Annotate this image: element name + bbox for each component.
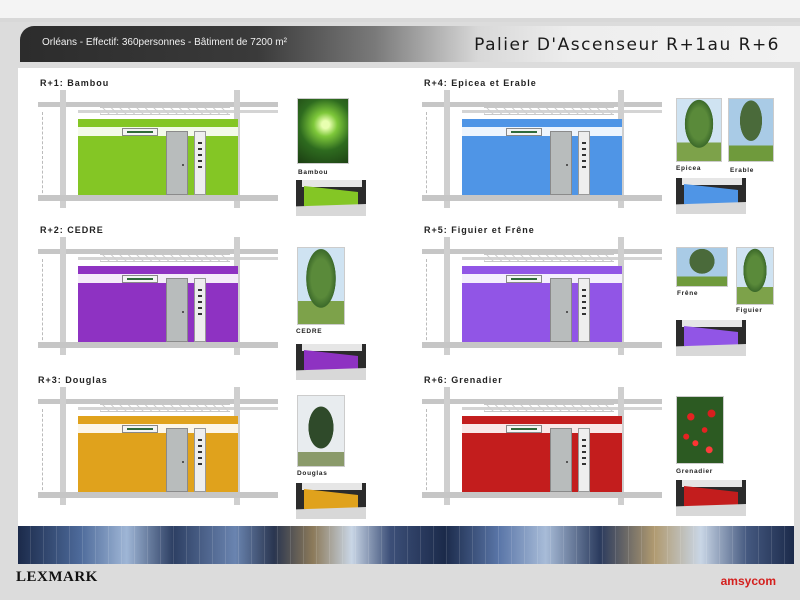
photo-label-figuier: Figuier xyxy=(736,307,763,314)
elevation-drawing xyxy=(38,90,278,210)
call-panel xyxy=(578,428,590,492)
landing-title: R+3: Douglas xyxy=(38,375,108,385)
signage xyxy=(122,128,158,136)
perspective-render-r5 xyxy=(676,320,746,356)
elevator-door xyxy=(166,131,188,195)
perspective-render-r6 xyxy=(676,480,746,516)
photo-label-cedre: CEDRE xyxy=(296,328,323,335)
header: Orléans - Effectif: 360personnes - Bâtim… xyxy=(0,0,800,62)
photo-label-grenadier: Grenadier xyxy=(676,468,714,475)
grenadier-photo xyxy=(676,396,724,464)
figuier-photo xyxy=(736,247,774,305)
elevation-drawing xyxy=(38,237,278,357)
bambou-photo xyxy=(297,98,349,164)
signage xyxy=(506,128,542,136)
elevator-door xyxy=(550,278,572,342)
page-title: Palier D'Ascenseur R+1au R+6 xyxy=(474,35,780,55)
cedre-photo xyxy=(297,247,345,325)
perspective-render-r1 xyxy=(296,180,366,216)
perspective-render-r3 xyxy=(296,483,366,519)
content-panel: R+1: Bambou Bambou R+2: CEDRE CEDRE R+3:… xyxy=(18,68,794,526)
header-info: Orléans - Effectif: 360personnes - Bâtim… xyxy=(42,37,287,48)
signage xyxy=(122,425,158,433)
call-panel xyxy=(194,131,206,195)
elevator-door xyxy=(166,278,188,342)
photo-label-douglas: Douglas xyxy=(297,470,328,477)
photo-label-frene: Frêne xyxy=(677,290,699,297)
epicea-photo xyxy=(676,98,722,162)
call-panel xyxy=(578,131,590,195)
elevation-drawing xyxy=(422,387,662,507)
photo-label-erable: Erable xyxy=(730,167,755,174)
erable-photo xyxy=(728,98,774,162)
landing-title: R+6: Grenadier xyxy=(424,375,503,385)
amsycom-logo: amsycom xyxy=(720,574,776,588)
elevator-door xyxy=(550,428,572,492)
call-panel xyxy=(194,278,206,342)
call-panel xyxy=(578,278,590,342)
signage xyxy=(506,425,542,433)
call-panel xyxy=(194,428,206,492)
douglas-photo xyxy=(297,395,345,467)
signage xyxy=(506,275,542,283)
elevator-door xyxy=(166,428,188,492)
landing-title: R+5: Figuier et Frêne xyxy=(424,225,535,235)
building-photo-strip xyxy=(18,526,794,564)
landing-title: R+2: CEDRE xyxy=(40,225,104,235)
elevation-drawing xyxy=(422,237,662,357)
elevator-door xyxy=(550,131,572,195)
elevation-drawing xyxy=(422,90,662,210)
perspective-render-r4 xyxy=(676,178,746,214)
lexmark-logo: LEXMARK xyxy=(16,569,98,585)
signage xyxy=(122,275,158,283)
photo-label-bambou: Bambou xyxy=(298,169,329,176)
landing-title: R+4: Epicea et Erable xyxy=(424,78,537,88)
frene-photo xyxy=(676,247,728,287)
photo-label-epicea: Epicea xyxy=(676,165,702,172)
elevation-drawing xyxy=(38,387,278,507)
landing-title: R+1: Bambou xyxy=(40,78,110,88)
